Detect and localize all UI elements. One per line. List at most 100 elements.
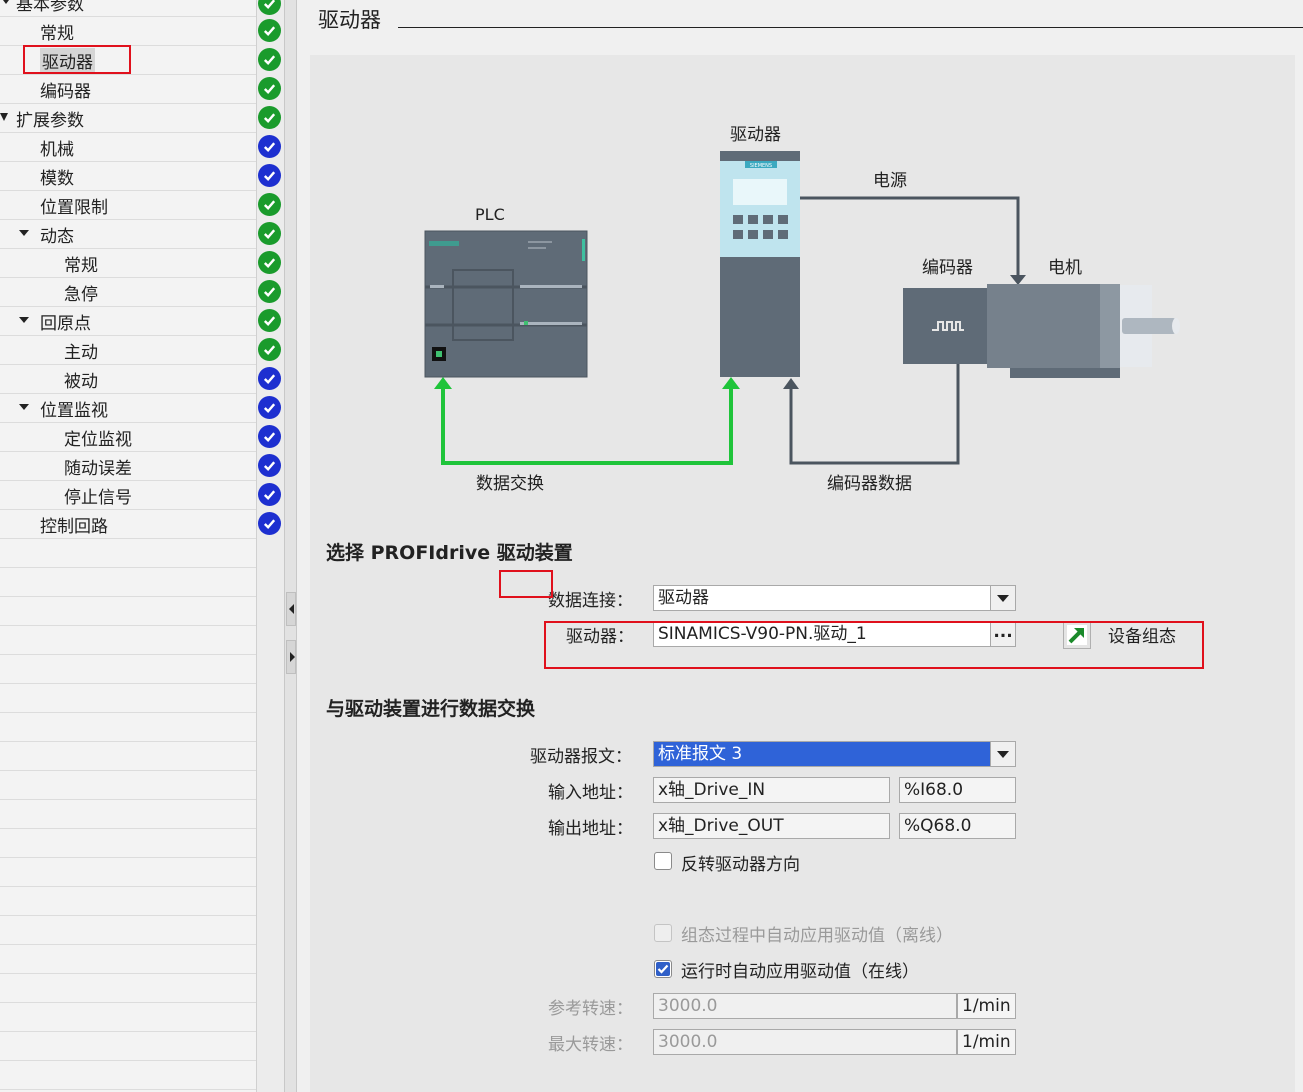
- auto-apply-offline-checkbox[interactable]: [654, 924, 672, 942]
- collapse-arrow-icon[interactable]: [19, 404, 29, 410]
- ref-speed-field[interactable]: 3000.0: [653, 993, 957, 1019]
- max-speed-field[interactable]: 3000.0: [653, 1029, 957, 1055]
- auto-apply-online-checkbox[interactable]: [654, 960, 672, 978]
- empty-row: [0, 539, 256, 568]
- tree-item-extended-params[interactable]: 扩展参数: [0, 104, 256, 133]
- status-check-icon: [258, 251, 281, 274]
- plc-device: [424, 230, 588, 378]
- tree-item-dynamics[interactable]: 动态: [0, 220, 256, 249]
- status-check-icon: [258, 309, 281, 332]
- status-check-icon: [258, 106, 281, 129]
- power-label: 电源: [873, 171, 907, 191]
- status-check-icon: [258, 193, 281, 216]
- tree-item-mechanics[interactable]: 机械: [0, 133, 256, 162]
- tree-item-basic-params[interactable]: 基本参数: [0, 0, 256, 17]
- title-underline: [398, 27, 1303, 28]
- tree-item-control-loop[interactable]: 控制回路: [0, 510, 256, 539]
- status-check-icon: [258, 425, 281, 448]
- tree-item-passive-homing[interactable]: 被动: [0, 365, 256, 394]
- panel-splitter[interactable]: [284, 0, 297, 1092]
- tree-item-homing[interactable]: 回原点: [0, 307, 256, 336]
- tree-item-standstill-signal[interactable]: 停止信号: [0, 481, 256, 510]
- tree-item-general[interactable]: 常规: [0, 17, 256, 46]
- status-check-icon: [258, 483, 281, 506]
- status-check-icon: [258, 454, 281, 477]
- output-address-label: 输出地址：: [548, 819, 633, 839]
- collapse-arrow-icon[interactable]: [0, 0, 12, 4]
- status-check-icon: [258, 396, 281, 419]
- drive-diagram: PLC SIEMENS 驱动器 电源 编码器 电机 数据交换 编码器数据: [424, 125, 1180, 494]
- empty-row: [0, 829, 256, 858]
- collapse-arrow-icon[interactable]: [19, 317, 29, 323]
- data-exchange-line: [441, 385, 733, 465]
- highlight-box: [544, 621, 1204, 669]
- max-speed-unit: 1/min: [957, 1029, 1016, 1055]
- status-check-icon: [258, 19, 281, 42]
- empty-row: [0, 1003, 256, 1032]
- empty-row: [0, 1061, 256, 1090]
- status-check-icon: [258, 367, 281, 390]
- encoder-data-label: 编码器数据: [827, 474, 912, 494]
- plc-label: PLC: [475, 205, 505, 224]
- output-address-field[interactable]: %Q68.0: [899, 813, 1016, 839]
- collapse-left-button[interactable]: [286, 592, 296, 626]
- section-title-select-drive: 选择 PROFIdrive 驱动装置: [326, 542, 573, 564]
- tree-item-position-limits[interactable]: 位置限制: [0, 191, 256, 220]
- data-connection-select[interactable]: 驱动器: [653, 585, 1016, 611]
- status-check-icon: [258, 280, 281, 303]
- invert-direction-checkbox[interactable]: [654, 852, 672, 870]
- telegram-select[interactable]: 标准报文 3: [653, 741, 1016, 767]
- tree-item-dynamics-general[interactable]: 常规: [0, 249, 256, 278]
- page-title: 驱动器: [318, 8, 381, 32]
- input-address-field[interactable]: %I68.0: [899, 777, 1016, 803]
- input-tag-field[interactable]: x轴_Drive_IN: [653, 777, 890, 803]
- motor-label: 电机: [1048, 258, 1082, 278]
- status-check-icon: [258, 135, 281, 158]
- arrow-up-icon: [722, 377, 740, 389]
- telegram-label: 驱动器报文：: [530, 747, 632, 767]
- dropdown-arrow-icon[interactable]: [990, 742, 1015, 766]
- empty-row: [0, 568, 256, 597]
- encoder-data-line: [789, 364, 960, 465]
- power-line: [800, 196, 1020, 277]
- arrow-up-icon: [434, 377, 452, 389]
- status-check-icon: [258, 338, 281, 361]
- dropdown-arrow-icon[interactable]: [990, 586, 1015, 610]
- tree-item-encoder[interactable]: 编码器: [0, 75, 256, 104]
- drive-label: 驱动器: [730, 125, 781, 145]
- empty-row: [0, 945, 256, 974]
- invert-direction-label: 反转驱动器方向: [681, 855, 800, 875]
- empty-row: [0, 858, 256, 887]
- tree-item-emergency-stop[interactable]: 急停: [0, 278, 256, 307]
- input-address-label: 输入地址：: [548, 783, 633, 803]
- tree-item-active-homing[interactable]: 主动: [0, 336, 256, 365]
- status-check-icon: [258, 222, 281, 245]
- empty-row: [0, 1032, 256, 1061]
- highlight-box: [23, 45, 131, 74]
- tree-item-position-monitoring[interactable]: 位置监视: [0, 394, 256, 423]
- expand-right-button[interactable]: [286, 640, 296, 674]
- max-speed-label: 最大转速：: [548, 1035, 633, 1055]
- arrow-down-icon: [1010, 275, 1026, 285]
- ref-speed-unit: 1/min: [957, 993, 1016, 1019]
- drive-device: SIEMENS: [720, 151, 800, 377]
- tree-item-modulo[interactable]: 模数: [0, 162, 256, 191]
- collapse-arrow-icon[interactable]: [0, 113, 8, 121]
- empty-row: [0, 916, 256, 945]
- navigation-tree: 基本参数 常规 驱动器 编码器 扩展参数 机械 模数 位置限制 动态 常规 急停…: [0, 0, 284, 1092]
- tree-item-following-error[interactable]: 随动误差: [0, 452, 256, 481]
- empty-row: [0, 771, 256, 800]
- tree-item-positioning-monitoring[interactable]: 定位监视: [0, 423, 256, 452]
- highlight-box: [499, 570, 553, 598]
- output-tag-field[interactable]: x轴_Drive_OUT: [653, 813, 890, 839]
- status-check-icon: [258, 77, 281, 100]
- empty-row: [0, 742, 256, 771]
- checkmark-icon: [656, 962, 670, 976]
- auto-apply-online-label: 运行时自动应用驱动值（在线）: [681, 962, 919, 982]
- status-check-icon: [258, 512, 281, 535]
- encoder-label: 编码器: [922, 258, 973, 278]
- data-exchange-label: 数据交换: [476, 474, 544, 494]
- empty-row: [0, 800, 256, 829]
- section-title-data-exchange: 与驱动装置进行数据交换: [326, 698, 536, 720]
- collapse-arrow-icon[interactable]: [19, 230, 29, 236]
